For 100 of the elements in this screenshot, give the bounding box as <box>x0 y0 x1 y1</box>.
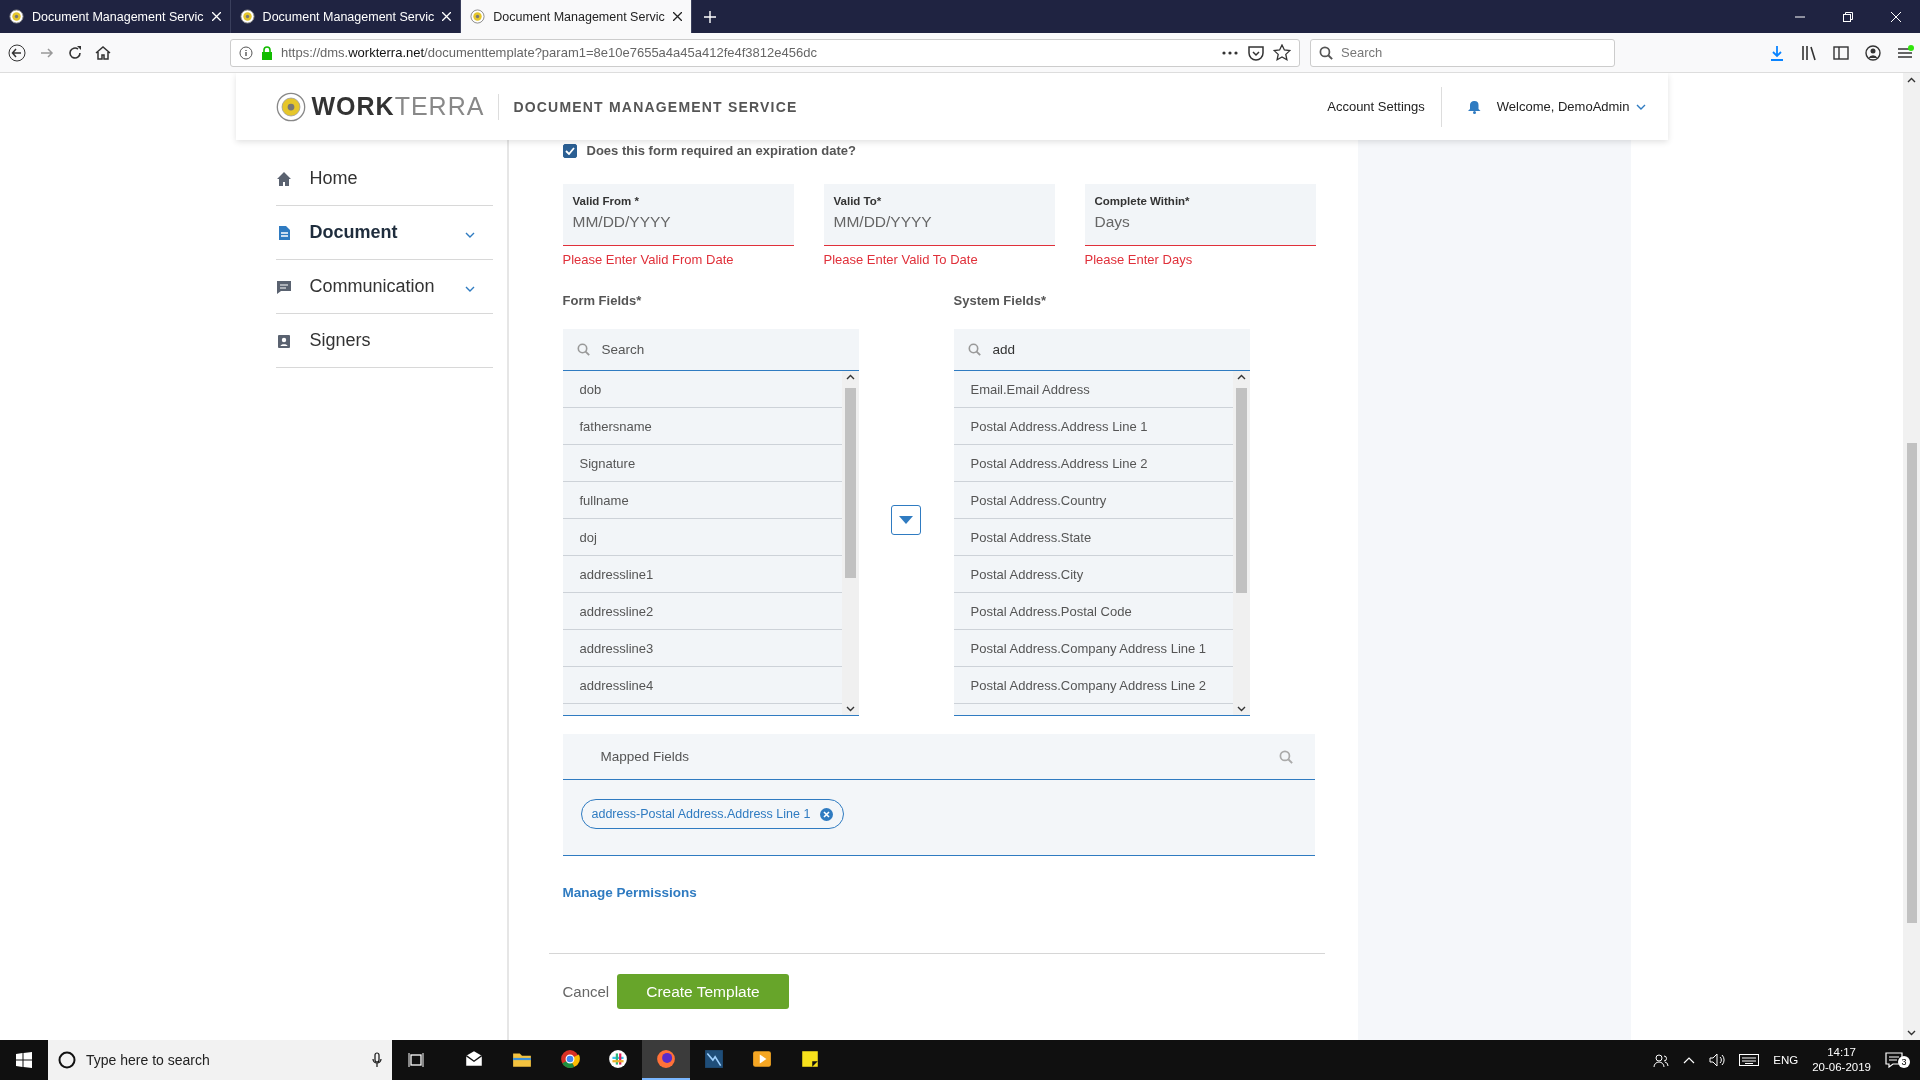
search-icon <box>967 343 981 356</box>
list-item[interactable]: dob <box>562 371 842 408</box>
bell-icon[interactable] <box>1467 99 1481 114</box>
list-item[interactable]: fathersname <box>562 408 842 445</box>
list-item[interactable]: doj <box>562 519 842 556</box>
taskbar-search-field[interactable]: Type here to search <box>48 1040 392 1080</box>
panel-title: Mapped Fields <box>600 749 690 764</box>
scrollbar[interactable] <box>1232 371 1250 715</box>
move-button[interactable] <box>891 504 921 535</box>
scroll-up-icon[interactable] <box>845 374 855 380</box>
browser-tab[interactable]: Document Management Servic <box>461 0 692 33</box>
error-message: Please Enter Valid To Date <box>823 252 979 267</box>
scroll-up-icon[interactable] <box>1907 77 1916 83</box>
cancel-button[interactable]: Cancel <box>562 983 610 1000</box>
people-icon[interactable] <box>1653 1052 1670 1068</box>
plus-icon[interactable] <box>703 10 716 23</box>
list-item[interactable]: Postal Address.Address Line 1 <box>953 408 1233 445</box>
list-item[interactable]: Postal Address.City <box>953 556 1233 593</box>
sidebar-item[interactable]: Home <box>275 152 493 206</box>
field-label: Valid From * <box>572 195 640 207</box>
language-indicator[interactable]: ENG <box>1773 1054 1799 1066</box>
list-item[interactable]: addressline4 <box>562 667 842 704</box>
search-box[interactable]: add <box>953 329 1250 371</box>
list-item[interactable]: addressline1 <box>562 556 842 593</box>
manage-permissions-link[interactable]: Manage Permissions <box>562 885 697 900</box>
date-field[interactable]: Valid From * MM/DD/YYYY <box>562 184 794 246</box>
list-item[interactable]: fullname <box>562 482 842 519</box>
library-icon[interactable] <box>1800 43 1818 62</box>
logo-icon <box>470 9 486 24</box>
search-icon <box>576 343 590 356</box>
list-item[interactable]: Postal Address.Country <box>953 482 1233 519</box>
microphone-icon <box>372 1052 382 1068</box>
info-icon <box>239 45 253 60</box>
brand-name: WORKTERRA <box>311 92 485 121</box>
speaker-icon[interactable] <box>1709 1053 1726 1067</box>
windows-icon[interactable] <box>16 1052 32 1068</box>
account-settings-link[interactable]: Account Settings <box>1327 86 1442 127</box>
checkbox-label: Does this form required an expiration date? <box>586 143 856 158</box>
reload-icon[interactable] <box>66 43 84 62</box>
star-icon[interactable] <box>1273 43 1291 62</box>
player-icon <box>752 1049 772 1069</box>
search-icon <box>1319 45 1333 60</box>
sidebar-item[interactable]: Signers <box>275 314 493 368</box>
input-field[interactable]: MM/DD/YYYY <box>572 213 784 231</box>
date-field[interactable]: Valid To* MM/DD/YYYY <box>823 184 1055 246</box>
address-bar[interactable]: https://dms.workterra.net/documenttemplate?param1=8e10e7655a4a45a412fe4f3812e456dc <box>230 38 1300 67</box>
chevron-icon <box>464 286 475 292</box>
error-message: Please Enter Valid From Date <box>562 252 735 267</box>
list-item[interactable]: Email.Email Address <box>953 371 1233 408</box>
scroll-down-icon[interactable] <box>845 706 855 712</box>
sidebar-item[interactable]: Document <box>275 206 493 260</box>
list-item[interactable]: Postal Address.Company Address Line 1 <box>953 630 1233 667</box>
field-label: Complete Within* <box>1094 195 1191 207</box>
search-field[interactable]: Search <box>599 341 845 358</box>
chevron-up-icon[interactable] <box>1683 1056 1696 1064</box>
restore-icon[interactable] <box>1843 11 1853 22</box>
search-field[interactable]: add <box>990 341 1236 358</box>
list-item[interactable]: addressline3 <box>562 630 842 667</box>
input-field[interactable]: Days <box>1094 213 1306 231</box>
date-field[interactable]: Complete Within* Days <box>1084 184 1316 246</box>
cortana-icon <box>58 1051 76 1069</box>
pocket-icon[interactable] <box>1247 43 1265 62</box>
remove-icon[interactable] <box>820 807 834 821</box>
keyboard-icon[interactable] <box>1739 1054 1760 1066</box>
close-icon[interactable] <box>672 12 682 21</box>
chat-app-icon <box>608 1049 628 1069</box>
scroll-up-icon[interactable] <box>1236 374 1246 380</box>
search-box[interactable]: Search <box>562 329 859 371</box>
scroll-down-icon[interactable] <box>1907 1030 1916 1036</box>
list-item[interactable]: Postal Address.Postal Code <box>953 593 1233 630</box>
user-menu[interactable]: Welcome, DemoAdmin <box>1496 99 1646 114</box>
checkbox[interactable] <box>562 143 577 158</box>
list-item[interactable]: addressline2 <box>562 593 842 630</box>
clock[interactable]: 14:17 20-06-2019 <box>1812 1045 1871 1075</box>
input-field[interactable]: MM/DD/YYYY <box>833 213 1045 231</box>
scrollbar[interactable] <box>841 371 859 715</box>
list-item[interactable]: Signature <box>562 445 842 482</box>
list-item[interactable]: Postal Address.Company Address Line 2 <box>953 667 1233 704</box>
home-icon[interactable] <box>94 43 112 62</box>
page-scrollbar[interactable] <box>1903 73 1920 1040</box>
field-label: Valid To* <box>833 195 883 207</box>
sidebar-item[interactable]: Communication <box>275 260 493 314</box>
browser-search-field[interactable]: Search <box>1310 38 1615 67</box>
home-icon <box>275 170 292 187</box>
list-title: System Fields* <box>953 293 1047 310</box>
database-icon <box>704 1049 724 1069</box>
chevron-icon <box>464 232 475 238</box>
scroll-down-icon[interactable] <box>1236 706 1246 712</box>
sidebar-icon[interactable] <box>1832 43 1850 62</box>
logo-icon <box>275 91 306 122</box>
error-message: Please Enter Days <box>1084 252 1194 267</box>
chat-icon <box>275 278 292 295</box>
browser-icon <box>656 1049 676 1069</box>
list-item[interactable]: Postal Address.State <box>953 519 1233 556</box>
account-icon[interactable] <box>1864 43 1882 62</box>
logo-icon <box>9 9 24 24</box>
download-icon[interactable] <box>1768 43 1786 62</box>
list-item[interactable]: Postal Address.Address Line 2 <box>953 445 1233 482</box>
task-view-icon[interactable] <box>408 1052 424 1068</box>
back-icon[interactable] <box>6 43 28 62</box>
